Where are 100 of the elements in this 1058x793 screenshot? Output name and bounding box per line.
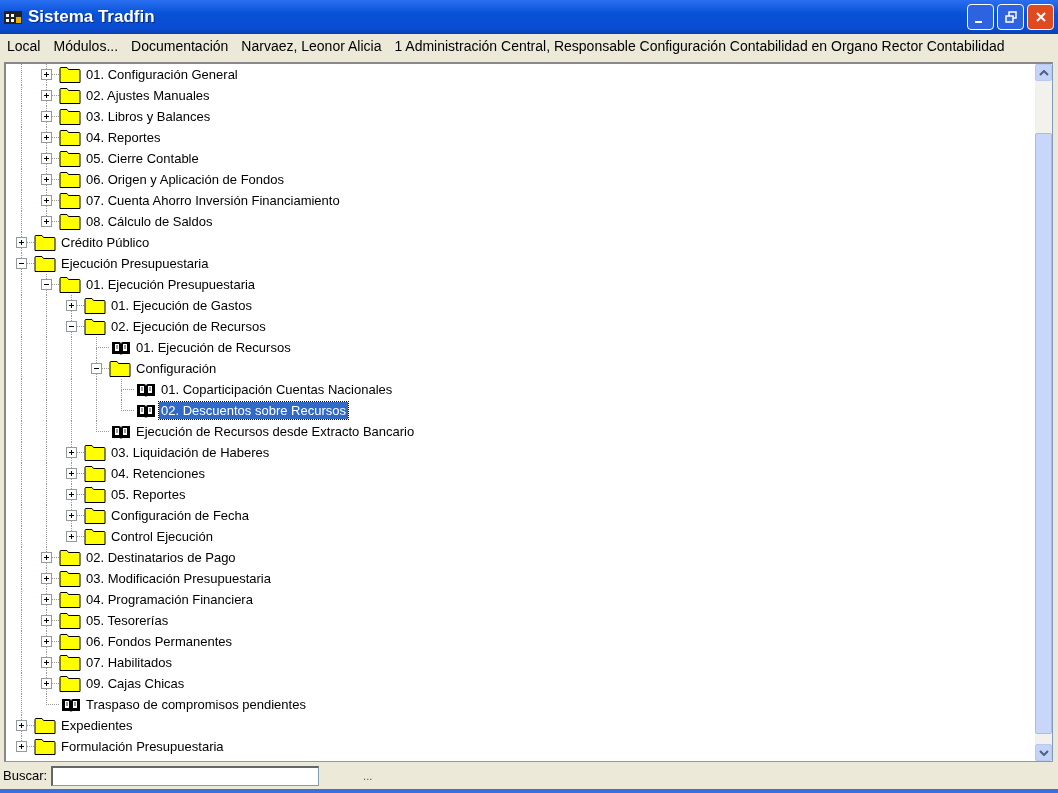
browse-button[interactable]: ... xyxy=(363,769,373,782)
expander-toggle[interactable] xyxy=(41,573,52,584)
tree-item[interactable]: Expedientes xyxy=(59,717,135,734)
folder-icon xyxy=(84,485,106,504)
tree-item[interactable]: 09. Cajas Chicas xyxy=(84,675,187,692)
folder-icon xyxy=(59,212,81,231)
tree-item[interactable]: 05. Tesorerías xyxy=(84,612,171,629)
tree-item[interactable]: Crédito Público xyxy=(59,234,152,251)
search-field[interactable] xyxy=(51,765,320,786)
tree-item[interactable]: 01. Ejecución de Recursos xyxy=(134,339,293,356)
folder-icon xyxy=(59,107,81,126)
book-icon xyxy=(111,339,131,356)
plus-icon xyxy=(42,154,51,163)
scroll-down-button[interactable] xyxy=(1035,744,1052,761)
tree-item[interactable]: 05. Reportes xyxy=(109,486,188,503)
menu-item[interactable]: Narvaez, Leonor Alicia xyxy=(235,38,389,54)
plus-icon xyxy=(17,742,26,751)
expander-toggle[interactable] xyxy=(41,636,52,647)
expander-toggle[interactable] xyxy=(41,594,52,605)
expander-toggle[interactable] xyxy=(66,321,77,332)
expander-toggle[interactable] xyxy=(66,489,77,500)
plus-icon xyxy=(42,595,51,604)
expander-toggle[interactable] xyxy=(41,195,52,206)
expander-toggle[interactable] xyxy=(41,174,52,185)
expander-toggle[interactable] xyxy=(41,90,52,101)
menu-item[interactable]: Local xyxy=(1,38,48,54)
tree-item[interactable]: Configuración xyxy=(134,360,219,377)
expander-toggle[interactable] xyxy=(66,531,77,542)
tree-item[interactable]: 01. Configuración General xyxy=(84,66,240,83)
tree-item[interactable]: 01. Coparticipación Cuentas Nacionales xyxy=(159,381,395,398)
expander-toggle[interactable] xyxy=(66,447,77,458)
plus-icon xyxy=(42,175,51,184)
expander-toggle[interactable] xyxy=(41,216,52,227)
expander-toggle[interactable] xyxy=(41,279,52,290)
close-icon xyxy=(1034,11,1047,23)
chevron-up-icon xyxy=(1038,69,1049,76)
menu-item[interactable]: Documentación xyxy=(125,38,236,54)
book-icon xyxy=(136,381,156,398)
expander-toggle[interactable] xyxy=(41,153,52,164)
tree-item[interactable]: 02. Ejecución de Recursos xyxy=(109,318,268,335)
tree-item[interactable]: 04. Programación Financiera xyxy=(84,591,255,608)
tree-item[interactable]: Ejecución Presupuestaria xyxy=(59,255,211,272)
expander-toggle[interactable] xyxy=(41,111,52,122)
tree-item[interactable]: Configuración de Fecha xyxy=(109,507,252,524)
folder-icon xyxy=(59,275,81,294)
expander-toggle[interactable] xyxy=(41,132,52,143)
tree-item[interactable]: 07. Habilitados xyxy=(84,654,174,671)
book-icon xyxy=(111,423,131,440)
menu-item[interactable]: 1 Administración Central, Responsable Configuración Contabilidad en Organo Rector Contabilidad xyxy=(388,38,1012,54)
expander-toggle[interactable] xyxy=(16,258,27,269)
restore-button[interactable] xyxy=(997,4,1024,30)
tree-item[interactable]: Traspaso de compromisos pendientes xyxy=(84,696,308,713)
expander-toggle[interactable] xyxy=(41,657,52,668)
plus-icon xyxy=(42,91,51,100)
scroll-up-button[interactable] xyxy=(1035,64,1052,81)
tree-item[interactable]: 03. Libros y Balances xyxy=(84,108,213,125)
folder-icon xyxy=(84,317,106,336)
app-icon xyxy=(4,9,22,25)
tree-item[interactable]: 02. Destinatarios de Pago xyxy=(84,549,238,566)
tree-item[interactable]: 03. Modificación Presupuestaria xyxy=(84,570,273,587)
expander-toggle[interactable] xyxy=(66,510,77,521)
expander-toggle[interactable] xyxy=(16,720,27,731)
window-title: Sistema Tradfin xyxy=(28,7,156,27)
tree-item[interactable]: 08. Cálculo de Saldos xyxy=(84,213,215,230)
folder-icon xyxy=(59,590,81,609)
tree-item[interactable]: Formulación Presupuestaria xyxy=(59,738,226,755)
close-button[interactable] xyxy=(1027,4,1054,30)
expander-toggle[interactable] xyxy=(66,468,77,479)
tree-item[interactable]: Control Ejecución xyxy=(109,528,215,545)
expander-toggle[interactable] xyxy=(16,237,27,248)
plus-icon xyxy=(17,238,26,247)
tree-item[interactable]: 06. Fondos Permanentes xyxy=(84,633,234,650)
tree-item[interactable]: 02. Ajustes Manuales xyxy=(84,87,212,104)
tree-item[interactable]: 02. Descuentos sobre Recursos xyxy=(159,402,348,419)
expander-toggle[interactable] xyxy=(41,69,52,80)
expander-toggle[interactable] xyxy=(41,552,52,563)
folder-icon xyxy=(34,716,56,735)
tree-item[interactable]: 04. Reportes xyxy=(84,129,163,146)
tree-item[interactable]: 03. Liquidación de Haberes xyxy=(109,444,272,461)
tree-item[interactable]: 01. Ejecución Presupuestaria xyxy=(84,276,258,293)
tree-item[interactable]: 01. Ejecución de Gastos xyxy=(109,297,254,314)
folder-icon xyxy=(59,86,81,105)
plus-icon xyxy=(67,490,76,499)
folder-icon xyxy=(59,191,81,210)
folder-icon xyxy=(59,569,81,588)
tree-item[interactable]: 07. Cuenta Ahorro Inversión Financiamiento xyxy=(84,192,342,209)
expander-toggle[interactable] xyxy=(16,741,27,752)
tree-item[interactable]: Ejecución de Recursos desde Extracto Bancario xyxy=(134,423,417,440)
expander-toggle[interactable] xyxy=(91,363,102,374)
expander-toggle[interactable] xyxy=(66,300,77,311)
expander-toggle[interactable] xyxy=(41,615,52,626)
tree-item[interactable]: 06. Origen y Aplicación de Fondos xyxy=(84,171,286,188)
plus-icon xyxy=(42,133,51,142)
menu-item[interactable]: Módulos... xyxy=(47,38,126,54)
expander-toggle[interactable] xyxy=(41,678,52,689)
tree-item[interactable]: 05. Cierre Contable xyxy=(84,150,201,167)
plus-icon xyxy=(67,448,76,457)
book-icon xyxy=(136,402,156,419)
minimize-button[interactable] xyxy=(967,4,994,30)
tree-item[interactable]: 04. Retenciones xyxy=(109,465,207,482)
